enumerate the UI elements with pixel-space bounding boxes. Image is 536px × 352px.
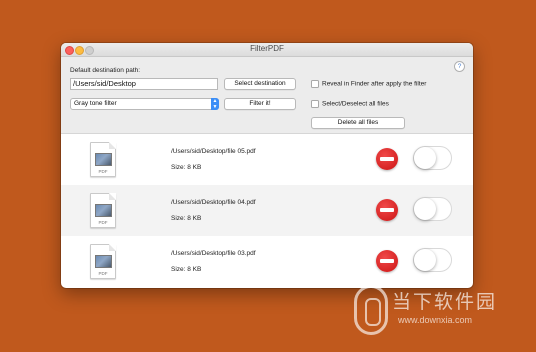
- title-bar: FilterPDF: [61, 43, 473, 57]
- filter-select[interactable]: Gray tone filter ▲ ▼: [70, 98, 219, 110]
- select-all-label: Select/Deselect all files: [322, 100, 389, 108]
- file-row: PDF /Users/sid/Desktop/file 05.pdf Size:…: [61, 134, 473, 185]
- minus-icon: [380, 208, 394, 212]
- settings-panel: Default destination path: ? /Users/sid/D…: [61, 57, 473, 134]
- pdf-icon-label: PDF: [98, 220, 108, 225]
- destination-path-field[interactable]: /Users/sid/Desktop: [70, 78, 218, 90]
- file-toggle-switch[interactable]: [413, 146, 452, 170]
- reveal-in-finder-option[interactable]: Reveal in Finder after apply the filter: [311, 80, 426, 88]
- delete-file-button[interactable]: [376, 199, 398, 221]
- select-arrows-icon: ▲ ▼: [211, 98, 219, 110]
- file-toggle-switch[interactable]: [413, 197, 452, 221]
- select-destination-button[interactable]: Select destination: [224, 78, 296, 90]
- watermark-url: www.downxia.com: [398, 315, 473, 325]
- file-size: Size: 8 KB: [171, 266, 202, 273]
- file-row: PDF /Users/sid/Desktop/file 03.pdf Size:…: [61, 236, 473, 287]
- pdf-preview-image: [95, 255, 112, 268]
- pdf-file-icon: PDF: [90, 193, 116, 228]
- reveal-in-finder-label: Reveal in Finder after apply the filter: [322, 80, 427, 88]
- file-row: PDF /Users/sid/Desktop/file 04.pdf Size:…: [61, 185, 473, 236]
- filter-select-value: Gray tone filter: [74, 100, 117, 107]
- toggle-knob: [414, 198, 436, 220]
- reveal-in-finder-checkbox[interactable]: [311, 80, 319, 88]
- window-title: FilterPDF: [250, 44, 284, 53]
- pdf-preview-image: [95, 153, 112, 166]
- pdf-icon-label: PDF: [98, 271, 108, 276]
- filterpdf-window: FilterPDF Default destination path: ? /U…: [61, 43, 473, 288]
- select-all-checkbox[interactable]: [311, 100, 319, 108]
- pdf-preview-image: [95, 204, 112, 217]
- pdf-file-icon: PDF: [90, 244, 116, 279]
- select-all-option[interactable]: Select/Deselect all files: [311, 100, 389, 108]
- toggle-knob: [414, 147, 436, 169]
- destination-label: Default destination path:: [70, 67, 141, 74]
- file-path: /Users/sid/Desktop/file 04.pdf: [171, 199, 256, 206]
- file-path: /Users/sid/Desktop/file 05.pdf: [171, 148, 256, 155]
- file-size: Size: 8 KB: [171, 215, 202, 222]
- watermark-logo-icon: [354, 285, 388, 335]
- delete-all-files-button[interactable]: Delete all files: [311, 117, 405, 129]
- file-size: Size: 8 KB: [171, 164, 202, 171]
- minus-icon: [380, 157, 394, 161]
- delete-file-button[interactable]: [376, 148, 398, 170]
- watermark-name: 当下软件园: [392, 291, 498, 313]
- minus-icon: [380, 259, 394, 263]
- file-path: /Users/sid/Desktop/file 03.pdf: [171, 250, 256, 257]
- pdf-file-icon: PDF: [90, 142, 116, 177]
- site-watermark: 当下软件园 www.downxia.com: [354, 285, 522, 337]
- file-toggle-switch[interactable]: [413, 248, 452, 272]
- file-list: PDF /Users/sid/Desktop/file 05.pdf Size:…: [61, 134, 473, 287]
- filter-it-button[interactable]: Filter it!: [224, 98, 296, 110]
- toggle-knob: [414, 249, 436, 271]
- delete-file-button[interactable]: [376, 250, 398, 272]
- pdf-icon-label: PDF: [98, 169, 108, 174]
- help-icon[interactable]: ?: [454, 61, 465, 72]
